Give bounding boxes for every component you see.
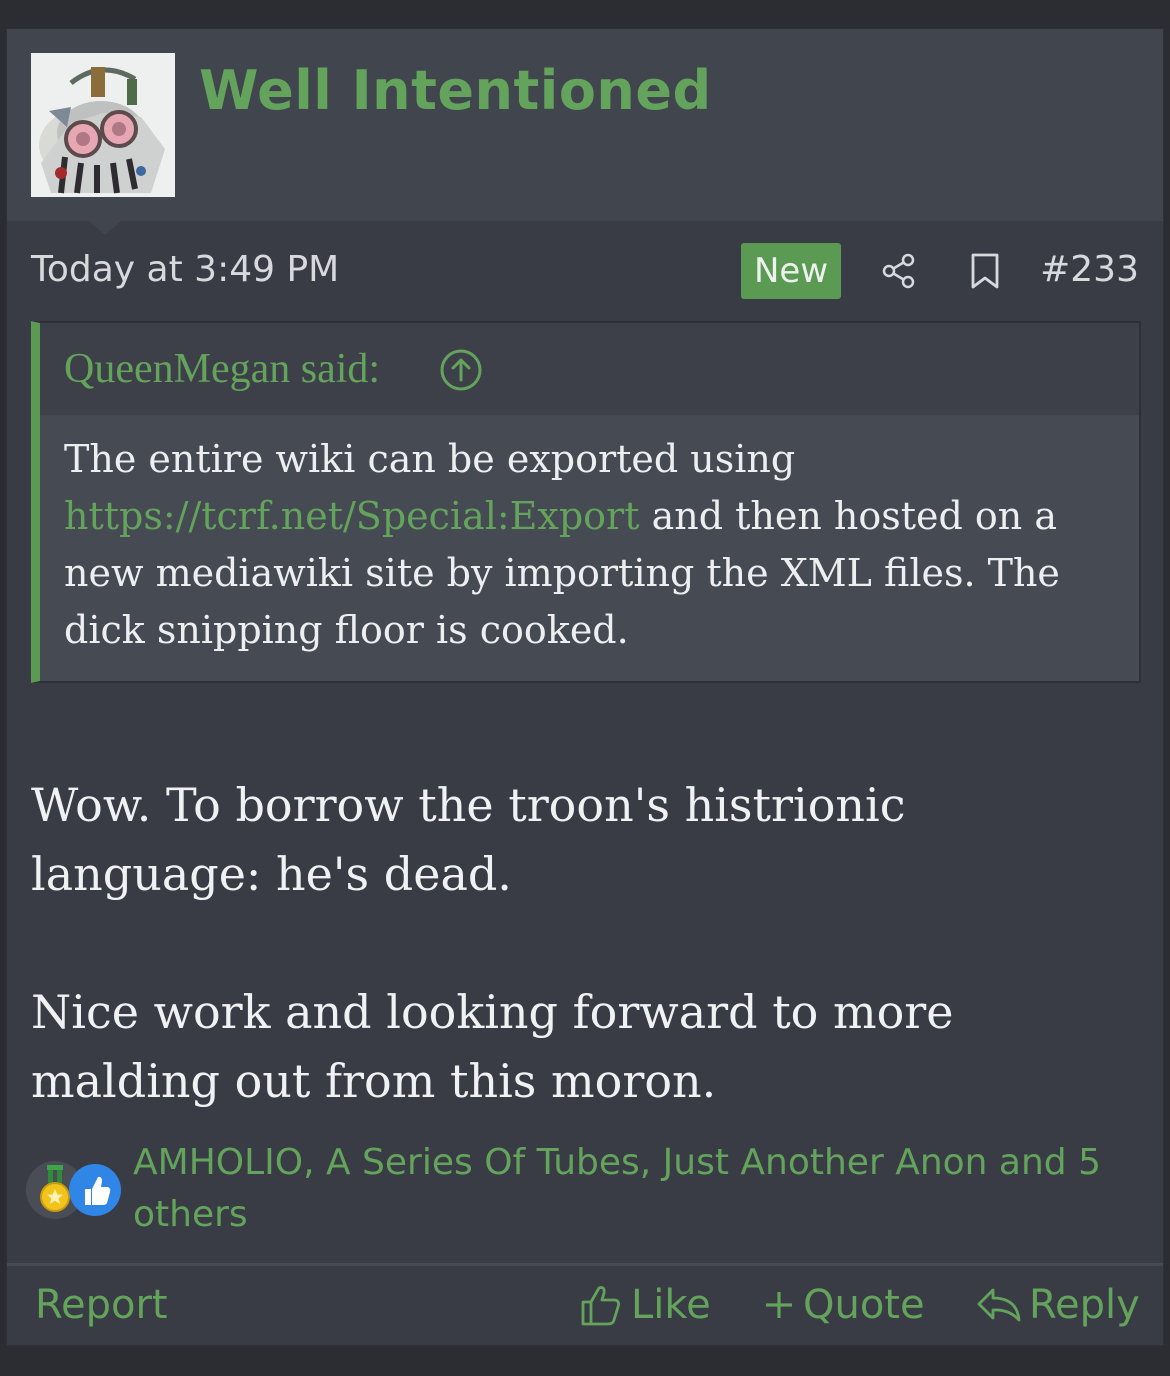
quote-link[interactable]: https://tcrf.net/Special:Export — [64, 494, 640, 538]
bookmark-icon[interactable] — [965, 251, 1005, 291]
report-label: Report — [35, 1282, 168, 1328]
post-actions: Report Like Quote Reply — [7, 1263, 1163, 1347]
reply-label: Reply — [1029, 1282, 1140, 1328]
reactions-bar[interactable]: AMHOLIO, A Series Of Tubes, Just Another… — [25, 1137, 1135, 1237]
reaction-names[interactable]: AMHOLIO, A Series Of Tubes, Just Another… — [133, 1137, 1113, 1241]
quote-body: The entire wiki can be exported using ht… — [40, 415, 1139, 659]
user-bar: Well Intentioned — [7, 29, 1163, 235]
arrow-up-icon[interactable] — [438, 347, 484, 393]
reply-button[interactable]: Reply — [975, 1282, 1140, 1328]
quote-button[interactable]: Quote — [761, 1282, 925, 1328]
report-button[interactable]: Report — [35, 1282, 168, 1328]
reaction-icons[interactable] — [25, 1159, 125, 1221]
new-badge: New — [741, 243, 842, 299]
quote-header: QueenMegan said: — [40, 323, 1139, 415]
plus-icon — [766, 1292, 792, 1318]
thumbs-up-icon — [69, 1164, 121, 1216]
quote-label: Quote — [803, 1282, 925, 1328]
post-card: Well Intentioned Today at 3:49 PM New #2… — [6, 28, 1164, 1346]
user-bar-pointer — [89, 221, 121, 235]
avatar[interactable] — [31, 53, 175, 197]
post-meta: Today at 3:49 PM New #233 — [7, 241, 1163, 303]
share-icon[interactable] — [879, 251, 919, 291]
like-button[interactable]: Like — [579, 1282, 711, 1328]
message-paragraph: Nice work and looking forward to more ma… — [31, 985, 954, 1108]
quote-block: QueenMegan said: The entire wiki can be … — [31, 321, 1141, 683]
reply-icon — [977, 1288, 1021, 1322]
message-paragraph: Wow. To borrow the troon's histrionic la… — [31, 778, 906, 901]
like-label: Like — [631, 1282, 711, 1328]
message-body: Wow. To borrow the troon's histrionic la… — [31, 771, 1141, 1116]
post-number[interactable]: #233 — [1040, 249, 1139, 290]
thumbs-up-outline-icon — [581, 1286, 620, 1326]
post-timestamp[interactable]: Today at 3:49 PM — [31, 249, 339, 290]
username[interactable]: Well Intentioned — [199, 59, 712, 122]
quote-author[interactable]: QueenMegan said: — [64, 345, 380, 393]
quote-text-before: The entire wiki can be exported using — [64, 437, 796, 481]
